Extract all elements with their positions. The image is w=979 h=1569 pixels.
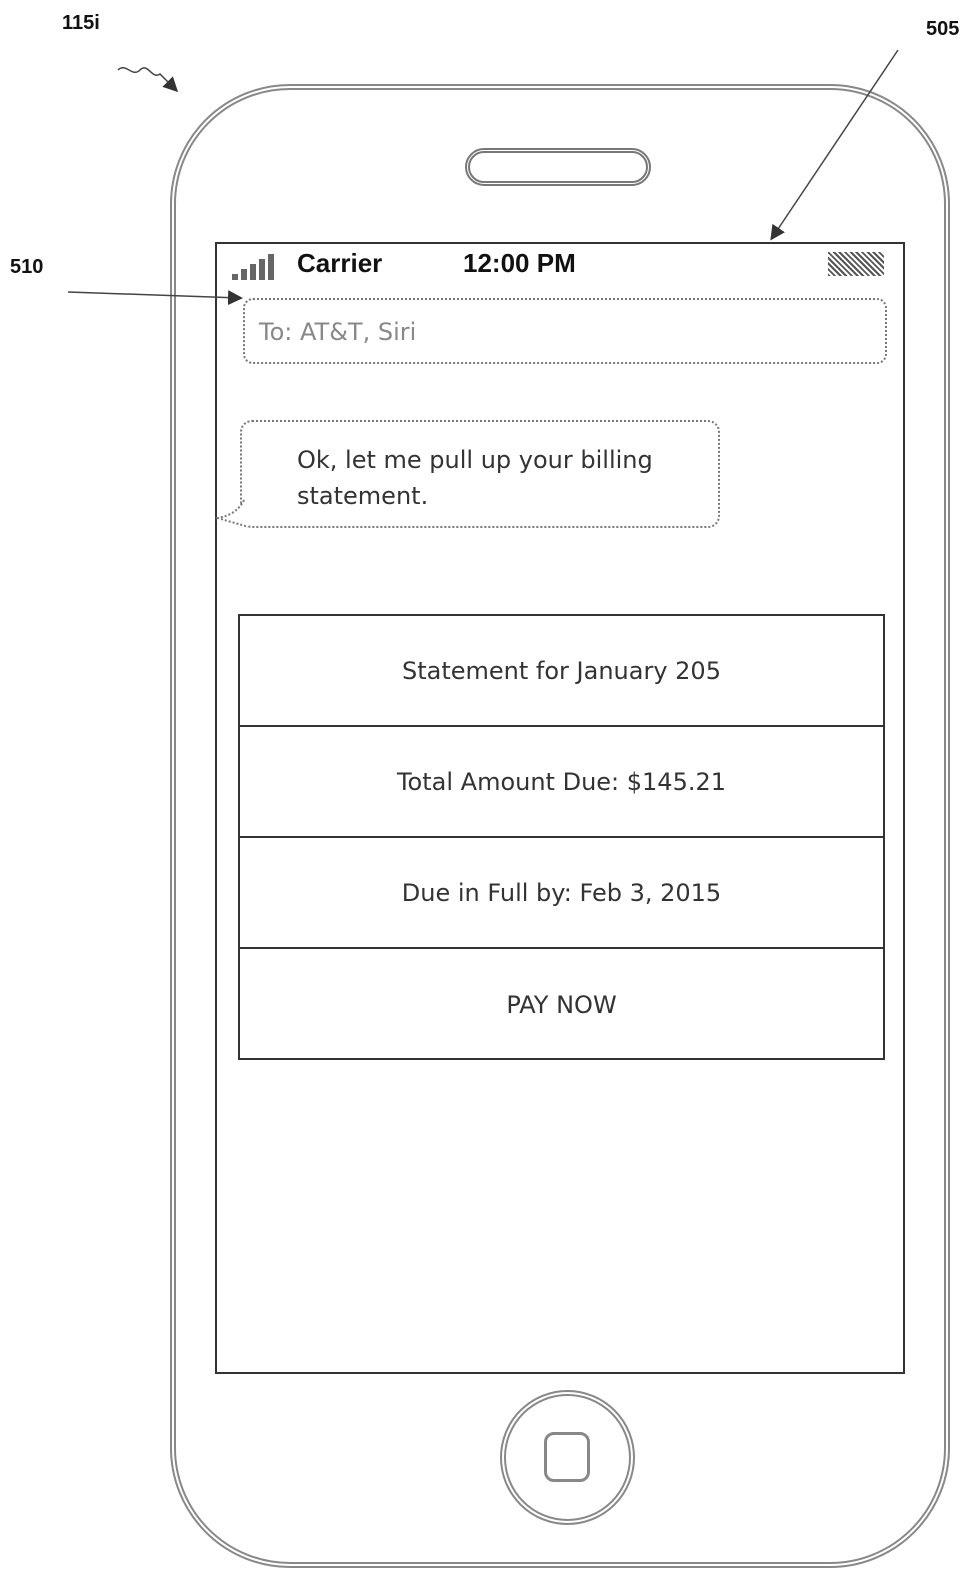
bubble-tail xyxy=(214,499,249,528)
leader-line-device xyxy=(117,67,179,93)
leader-lines xyxy=(67,49,899,528)
leader-line-recipient-field xyxy=(67,290,243,306)
leader-line-screen xyxy=(770,49,899,241)
